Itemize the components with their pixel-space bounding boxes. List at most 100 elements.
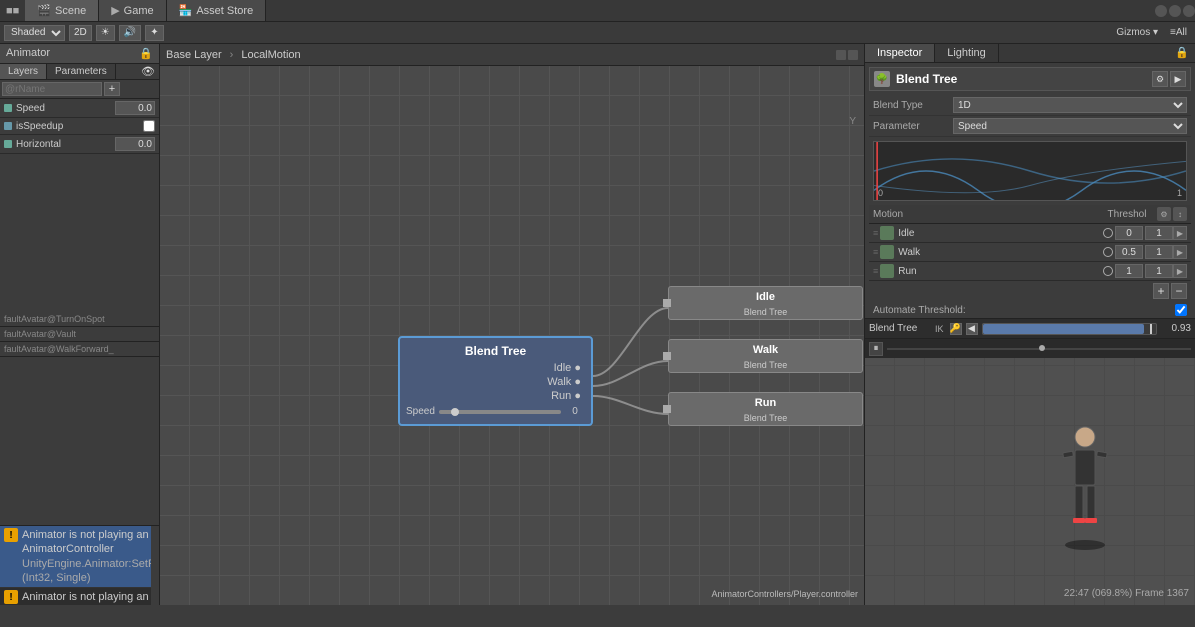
window-title-area: ■■ bbox=[0, 5, 25, 17]
effects-btn[interactable]: ✦ bbox=[145, 25, 163, 41]
blend-chart: 0 1 bbox=[873, 141, 1187, 201]
tab-layers[interactable]: Layers bbox=[0, 64, 47, 79]
ik-label: IK bbox=[935, 324, 944, 334]
idle-node[interactable]: Idle Blend Tree bbox=[668, 286, 863, 320]
tab-asset-store[interactable]: 🏪 Asset Store bbox=[167, 0, 267, 21]
sidebar-file-item-3[interactable]: faultAvatar@WalkForward_ bbox=[0, 342, 159, 357]
gizmos-label: Gizmos ▾ bbox=[1112, 27, 1162, 38]
y-axis-label: Y bbox=[849, 116, 856, 127]
blend-slider-thumb[interactable] bbox=[451, 408, 459, 416]
inspector-lock-icon[interactable]: 🔒 bbox=[1169, 44, 1195, 62]
timeline-progress bbox=[983, 324, 1144, 334]
timeline-track[interactable] bbox=[982, 323, 1157, 335]
idle-circle[interactable] bbox=[1103, 228, 1113, 238]
walk-circle[interactable] bbox=[1103, 247, 1113, 257]
param-add-btn[interactable]: + bbox=[104, 82, 120, 96]
inspector-expand-btn[interactable]: ▶ bbox=[1170, 71, 1186, 87]
animator-lock-icon[interactable]: 🔒 bbox=[139, 47, 153, 60]
handle-idle: ≡ bbox=[873, 228, 878, 238]
blend-slider-track[interactable] bbox=[439, 410, 561, 414]
sidebar-file-item-1[interactable]: faultAvatar@TurnOnSpot bbox=[0, 312, 159, 327]
run-node[interactable]: Run Blend Tree bbox=[668, 392, 863, 426]
graph-canvas[interactable]: Blend Tree Idle ● Walk ● Run ● Speed 0 I bbox=[160, 66, 864, 605]
idle-motion-icon bbox=[880, 226, 894, 240]
playback-track[interactable] bbox=[887, 348, 1191, 350]
motion-row-run: ≡ Run ▶ bbox=[869, 262, 1191, 281]
blend-type-value: 1D bbox=[953, 97, 1187, 113]
port-run: Run ● bbox=[551, 390, 581, 402]
playback-bar: ⏸ bbox=[865, 338, 1195, 358]
graph-minimize-btn[interactable] bbox=[836, 50, 846, 60]
run-expand[interactable]: ▶ bbox=[1173, 264, 1187, 278]
playback-thumb[interactable] bbox=[1039, 345, 1045, 351]
param-search-row: + bbox=[0, 80, 159, 99]
all-label: ≡All bbox=[1166, 27, 1191, 38]
param-horizontal-value[interactable] bbox=[115, 137, 155, 151]
graph-maximize-btn[interactable] bbox=[848, 50, 858, 60]
run-threshold[interactable] bbox=[1115, 264, 1143, 278]
breadcrumb-local-motion[interactable]: LocalMotion bbox=[241, 49, 300, 61]
inspector-content: 🌳 Blend Tree ⚙ ▶ Blend Type 1D Parameter bbox=[865, 63, 1195, 318]
tab-inspector[interactable]: Inspector bbox=[865, 44, 935, 62]
parameter-select[interactable]: Speed bbox=[953, 118, 1187, 134]
pause-btn[interactable]: ⏸ bbox=[869, 342, 883, 356]
top-tab-bar: ■■ 🎬 Scene ▶ Game 🏪 Asset Store bbox=[0, 0, 1195, 22]
key-icon[interactable]: 🔑 bbox=[950, 323, 962, 335]
walk-weight[interactable] bbox=[1145, 245, 1173, 259]
port-walk: Walk ● bbox=[547, 376, 581, 388]
console-item-2[interactable]: ! Animator is not playing an AnimatorCon… bbox=[0, 588, 151, 605]
light-btn[interactable]: ☀ bbox=[96, 25, 115, 41]
run-weight[interactable] bbox=[1145, 264, 1173, 278]
walk-node[interactable]: Walk Blend Tree bbox=[668, 339, 863, 373]
param-isspeedup-icon bbox=[4, 122, 12, 130]
maximize-btn[interactable] bbox=[1169, 5, 1181, 17]
chart-label-max: 1 bbox=[1177, 188, 1182, 198]
motion-add-btn[interactable]: + bbox=[1153, 283, 1169, 299]
blend-type-select[interactable]: 1D bbox=[953, 97, 1187, 113]
shading-select[interactable]: Shaded bbox=[4, 25, 65, 41]
motion-header-icons: ⚙ ↕ bbox=[1157, 207, 1187, 221]
inspector-settings-btn[interactable]: ⚙ bbox=[1152, 71, 1168, 87]
blend-type-row: Blend Type 1D bbox=[869, 95, 1191, 116]
console-scrollbar[interactable] bbox=[151, 526, 159, 605]
automate-checkbox[interactable] bbox=[1175, 304, 1187, 316]
idle-weight[interactable] bbox=[1145, 226, 1173, 240]
asset-store-icon: 🏪 bbox=[179, 4, 193, 17]
close-btn[interactable] bbox=[1183, 5, 1195, 17]
tab-scene[interactable]: 🎬 Scene bbox=[25, 0, 99, 21]
run-circle[interactable] bbox=[1103, 266, 1113, 276]
path-label: AnimatorControllers/Player.controller bbox=[711, 589, 858, 599]
minimize-btn[interactable] bbox=[1155, 5, 1167, 17]
motion-header: Motion Threshol ⚙ ↕ bbox=[869, 205, 1191, 224]
param-speed-icon bbox=[4, 104, 12, 112]
inspector-panel: Inspector Lighting 🔒 🌳 Blend Tree ⚙ ▶ Bl… bbox=[865, 44, 1195, 605]
param-isspeedup-checkbox[interactable] bbox=[143, 120, 155, 132]
2d-btn[interactable]: 2D bbox=[69, 25, 92, 41]
scene-toolbar: Shaded 2D ☀ 🔊 ✦ Gizmos ▾ ≡All bbox=[0, 22, 1195, 44]
walk-expand[interactable]: ▶ bbox=[1173, 245, 1187, 259]
motion-settings-icon[interactable]: ⚙ bbox=[1157, 207, 1171, 221]
audio-btn[interactable]: 🔊 bbox=[119, 25, 141, 41]
param-speed-value[interactable] bbox=[115, 101, 155, 115]
breadcrumb-sep: › bbox=[230, 49, 234, 61]
tab-lighting[interactable]: Lighting bbox=[935, 44, 999, 62]
motion-sort-icon[interactable]: ↕ bbox=[1173, 207, 1187, 221]
tab-parameters[interactable]: Parameters bbox=[47, 64, 116, 79]
warning-icon-2: ! bbox=[4, 590, 18, 604]
walk-threshold[interactable] bbox=[1115, 245, 1143, 259]
param-search-input[interactable] bbox=[2, 82, 102, 96]
motion-remove-btn[interactable]: − bbox=[1171, 283, 1187, 299]
idle-expand[interactable]: ▶ bbox=[1173, 226, 1187, 240]
console-item-1[interactable]: ! Animator is not playing an AnimatorCon… bbox=[0, 526, 151, 588]
warning-icon-1: ! bbox=[4, 528, 18, 542]
eye-icon[interactable]: 👁 bbox=[137, 64, 159, 79]
sidebar-file-item-2[interactable]: faultAvatar@Vault bbox=[0, 327, 159, 342]
blend-tree-node[interactable]: Blend Tree Idle ● Walk ● Run ● Speed 0 bbox=[398, 336, 593, 426]
walk-motion-icon bbox=[880, 245, 894, 259]
param-horizontal: Horizontal bbox=[0, 135, 159, 154]
tab-game[interactable]: ▶ Game bbox=[99, 0, 166, 21]
breadcrumb-base-layer[interactable]: Base Layer bbox=[166, 49, 222, 61]
port-idle: Idle ● bbox=[554, 362, 581, 374]
idle-threshold[interactable] bbox=[1115, 226, 1143, 240]
prev-frame-btn[interactable]: ◀ bbox=[966, 323, 978, 335]
